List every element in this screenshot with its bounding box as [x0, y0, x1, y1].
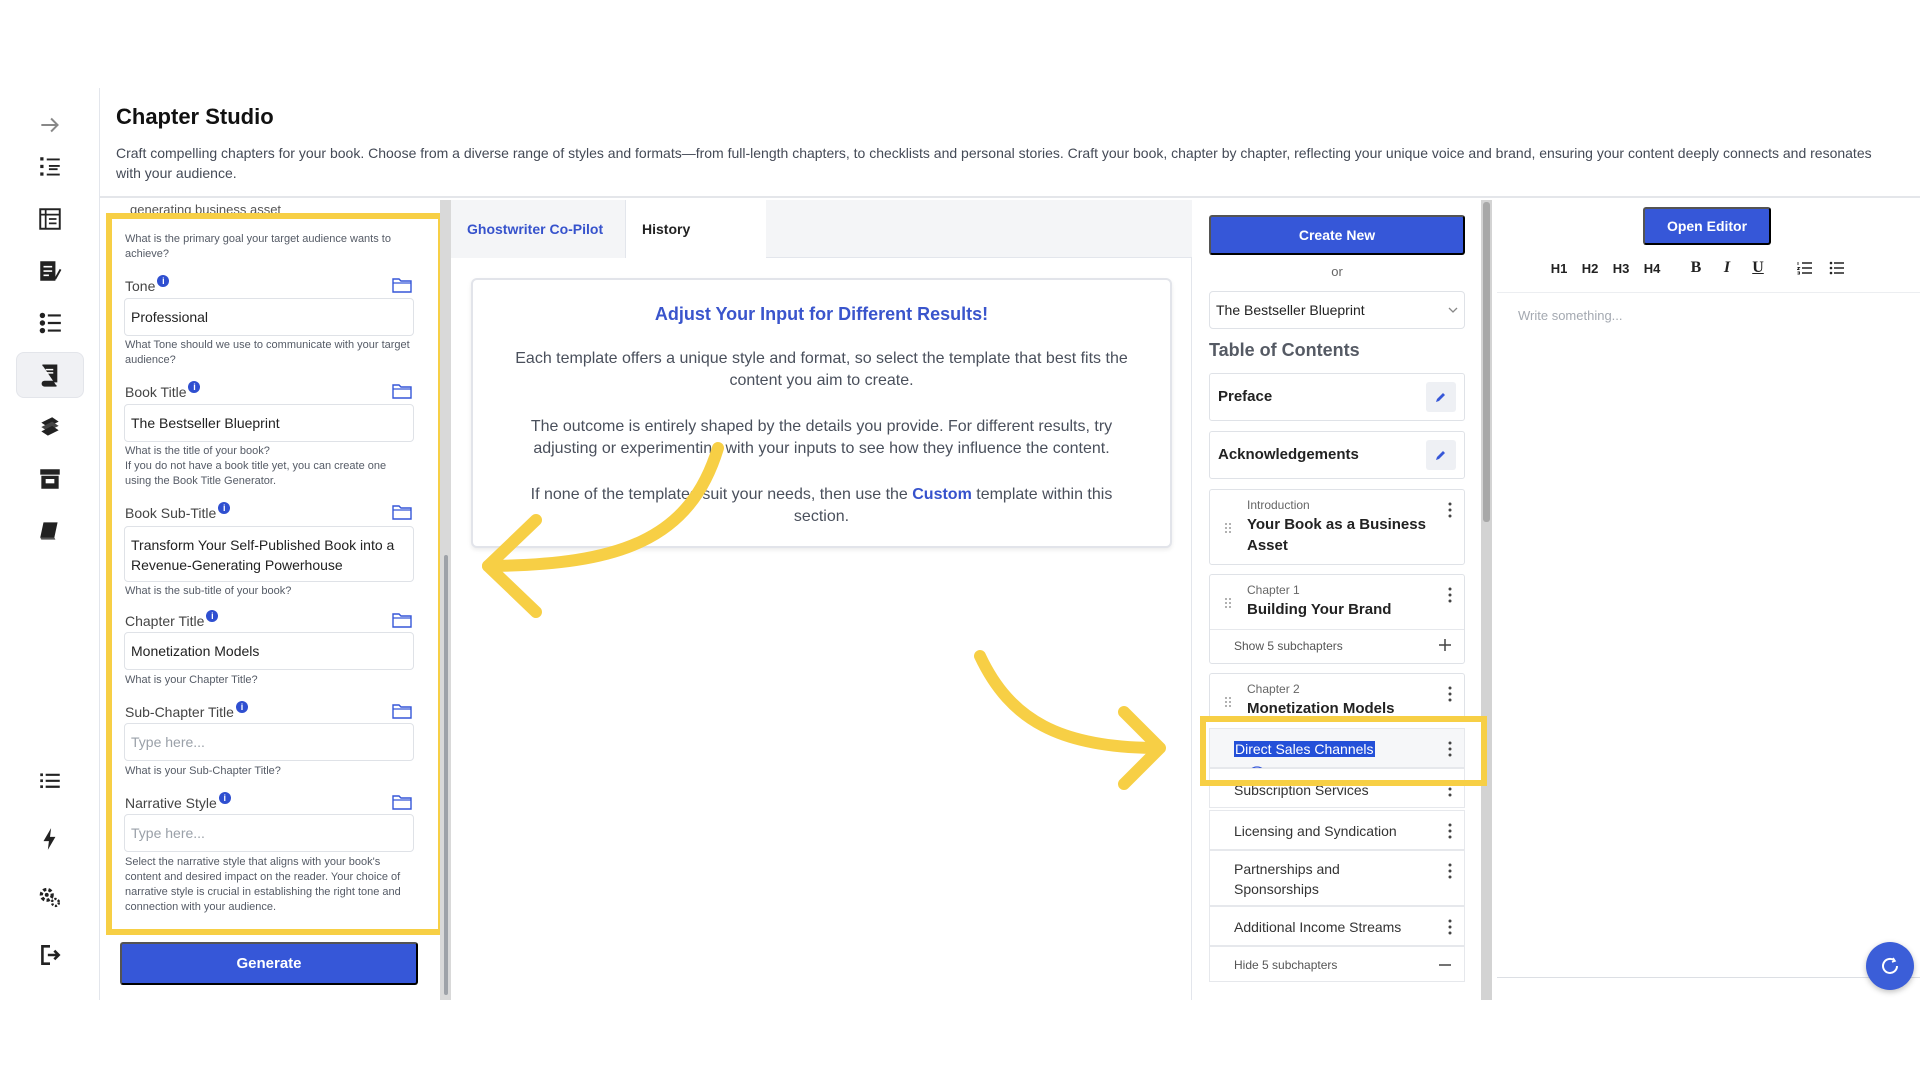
- more-vertical-icon[interactable]: [1448, 919, 1452, 935]
- notice-paragraph-2: The outcome is entirely shaped by the de…: [530, 418, 1113, 457]
- ordered-list-icon[interactable]: [1797, 261, 1813, 275]
- notice-paragraph-1: Each template offers a unique style and …: [515, 350, 1128, 389]
- custom-template-link[interactable]: Custom: [912, 486, 972, 503]
- icon-rail: [0, 88, 100, 1000]
- divider: [1210, 629, 1464, 630]
- tab-history[interactable]: History: [626, 200, 766, 258]
- book-layout-icon[interactable]: [16, 196, 84, 242]
- assistant-icon: [1882, 957, 1898, 974]
- h4-button[interactable]: H4: [1643, 261, 1661, 276]
- subchapter-item[interactable]: Partnerships and Sponsorships: [1209, 850, 1465, 906]
- toc-item-chapter-2[interactable]: Chapter 2 Monetization Models: [1209, 673, 1465, 719]
- subchapter-label: Licensing and Syndication: [1234, 823, 1397, 839]
- minus-icon[interactable]: [1438, 963, 1452, 967]
- editor-toolbar: H1 H2 H3 H4 B I U: [1550, 256, 1845, 280]
- drag-handle-icon[interactable]: [1224, 522, 1232, 534]
- more-vertical-icon[interactable]: [1448, 686, 1452, 702]
- hide-subchapters-toggle[interactable]: Hide 5 subchapters: [1234, 958, 1337, 972]
- toc-item-introduction[interactable]: Introduction Your Book as a Business Ass…: [1209, 489, 1465, 565]
- subchapter-item[interactable]: Licensing and Syndication: [1209, 810, 1465, 850]
- pencil-icon: [1436, 393, 1445, 402]
- book-select-value: The Bestseller Blueprint: [1216, 302, 1365, 318]
- page-title: Chapter Studio: [116, 104, 274, 129]
- highlight-box-subchapter: [1200, 716, 1487, 786]
- book-select[interactable]: The Bestseller Blueprint: [1209, 291, 1465, 329]
- book-stack-icon[interactable]: [16, 404, 84, 450]
- h1-button[interactable]: H1: [1550, 261, 1568, 276]
- subchapter-label: Partnerships and Sponsorships: [1234, 861, 1340, 897]
- subchapter-label: Additional Income Streams: [1234, 919, 1402, 935]
- app-root: Chapter Studio Craft compelling chapters…: [0, 0, 1920, 1080]
- book-active-icon[interactable]: [16, 352, 84, 398]
- h2-button[interactable]: H2: [1581, 261, 1599, 276]
- settings-icon[interactable]: [16, 874, 84, 920]
- preface-label: Preface: [1218, 388, 1273, 405]
- notice-p3-before: If none of the templates suit your needs…: [530, 486, 913, 503]
- subchapter-item[interactable]: Additional Income Streams: [1209, 906, 1465, 946]
- highlight-box-form: [106, 213, 444, 935]
- more-vertical-icon[interactable]: [1448, 502, 1452, 518]
- form-scrollbar-thumb[interactable]: [444, 555, 448, 995]
- archive-icon[interactable]: [16, 456, 84, 502]
- chapter1-kicker: Chapter 1: [1247, 583, 1300, 597]
- acknowledgements-label: Acknowledgements: [1218, 446, 1359, 463]
- edit-button[interactable]: [1426, 382, 1456, 412]
- intro-title: Your Book as a Business Asset: [1247, 516, 1426, 554]
- notice-card: Adjust Your Input for Different Results!…: [471, 278, 1172, 548]
- list-icon[interactable]: [16, 758, 84, 804]
- numbered-list-icon[interactable]: [16, 300, 84, 346]
- book-closed-icon[interactable]: [16, 508, 84, 554]
- toc-heading: Table of Contents: [1209, 340, 1360, 360]
- toc-item-preface[interactable]: Preface: [1209, 373, 1465, 421]
- toc-scrollbar-thumb[interactable]: [1483, 202, 1490, 522]
- underline-button[interactable]: U: [1749, 259, 1767, 277]
- create-new-button[interactable]: Create New: [1209, 215, 1465, 255]
- plus-icon[interactable]: [1438, 638, 1452, 652]
- lightning-icon[interactable]: [16, 816, 84, 862]
- copilot-tabs: Ghostwriter Co-Pilot History: [451, 200, 1192, 258]
- toc-item-chapter-1[interactable]: Chapter 1 Building Your Brand Show 5 sub…: [1209, 574, 1465, 664]
- more-vertical-icon[interactable]: [1448, 587, 1452, 603]
- tab-ghostwriter-copilot[interactable]: Ghostwriter Co-Pilot: [451, 200, 626, 258]
- notice-title: Adjust Your Input for Different Results!: [654, 304, 989, 324]
- notice-paragraph-3: If none of the templates suit your needs…: [473, 484, 1170, 528]
- page-subtitle: Craft compelling chapters for your book.…: [116, 145, 1872, 181]
- drag-handle-icon[interactable]: [1224, 696, 1232, 708]
- italic-button[interactable]: I: [1718, 259, 1736, 277]
- chapter1-title: Building Your Brand: [1247, 601, 1392, 618]
- outline-list-icon[interactable]: [16, 144, 84, 190]
- h3-button[interactable]: H3: [1612, 261, 1630, 276]
- editor-placeholder: Write something...: [1518, 308, 1623, 323]
- pencil-icon: [1436, 451, 1445, 460]
- chapter2-kicker: Chapter 2: [1247, 682, 1300, 696]
- chevron-down-icon: [1448, 307, 1458, 313]
- editor-content-area[interactable]: [1497, 292, 1920, 978]
- intro-kicker: Introduction: [1247, 498, 1310, 512]
- bullet-list-icon[interactable]: [1829, 261, 1845, 275]
- arrow-right-icon[interactable]: [16, 102, 84, 148]
- subchapter-toggle-row[interactable]: Hide 5 subchapters: [1209, 946, 1465, 982]
- logout-icon[interactable]: [16, 932, 84, 978]
- toc-item-acknowledgements[interactable]: Acknowledgements: [1209, 431, 1465, 479]
- show-subchapters-toggle[interactable]: Show 5 subchapters: [1234, 639, 1343, 653]
- drag-handle-icon[interactable]: [1224, 597, 1232, 609]
- or-divider: or: [1331, 264, 1343, 279]
- page-header: Chapter Studio Craft compelling chapters…: [100, 88, 1920, 198]
- generate-button[interactable]: Generate: [120, 942, 418, 985]
- open-editor-button[interactable]: Open Editor: [1643, 207, 1771, 245]
- notebook-pen-icon[interactable]: [16, 248, 84, 294]
- assistant-floating-button[interactable]: [1866, 942, 1914, 990]
- bold-button[interactable]: B: [1687, 259, 1705, 277]
- edit-button[interactable]: [1426, 440, 1456, 470]
- more-vertical-icon[interactable]: [1448, 863, 1452, 879]
- more-vertical-icon[interactable]: [1448, 823, 1452, 839]
